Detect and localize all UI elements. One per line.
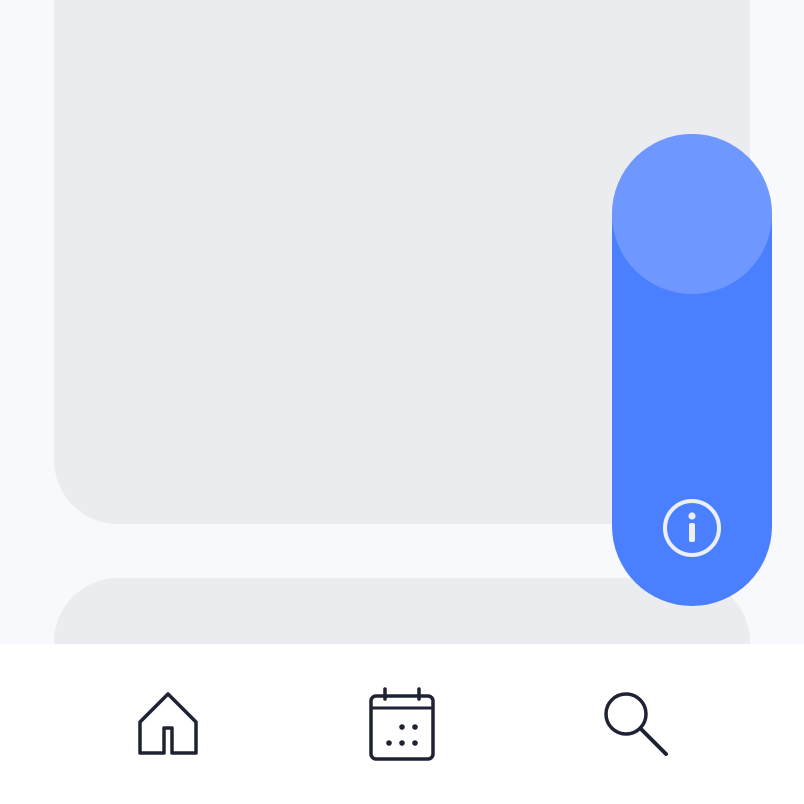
nav-search-button[interactable] (596, 684, 676, 764)
info-icon[interactable] (662, 498, 722, 558)
nav-calendar-button[interactable] (362, 684, 442, 764)
app-screen (0, 0, 804, 804)
nav-home-button[interactable] (128, 684, 208, 764)
bottom-nav (0, 644, 804, 804)
toggle-knob[interactable] (612, 134, 772, 294)
home-icon (138, 692, 198, 755)
calendar-icon (369, 687, 435, 761)
vertical-toggle[interactable] (612, 134, 772, 606)
search-icon (604, 692, 668, 756)
